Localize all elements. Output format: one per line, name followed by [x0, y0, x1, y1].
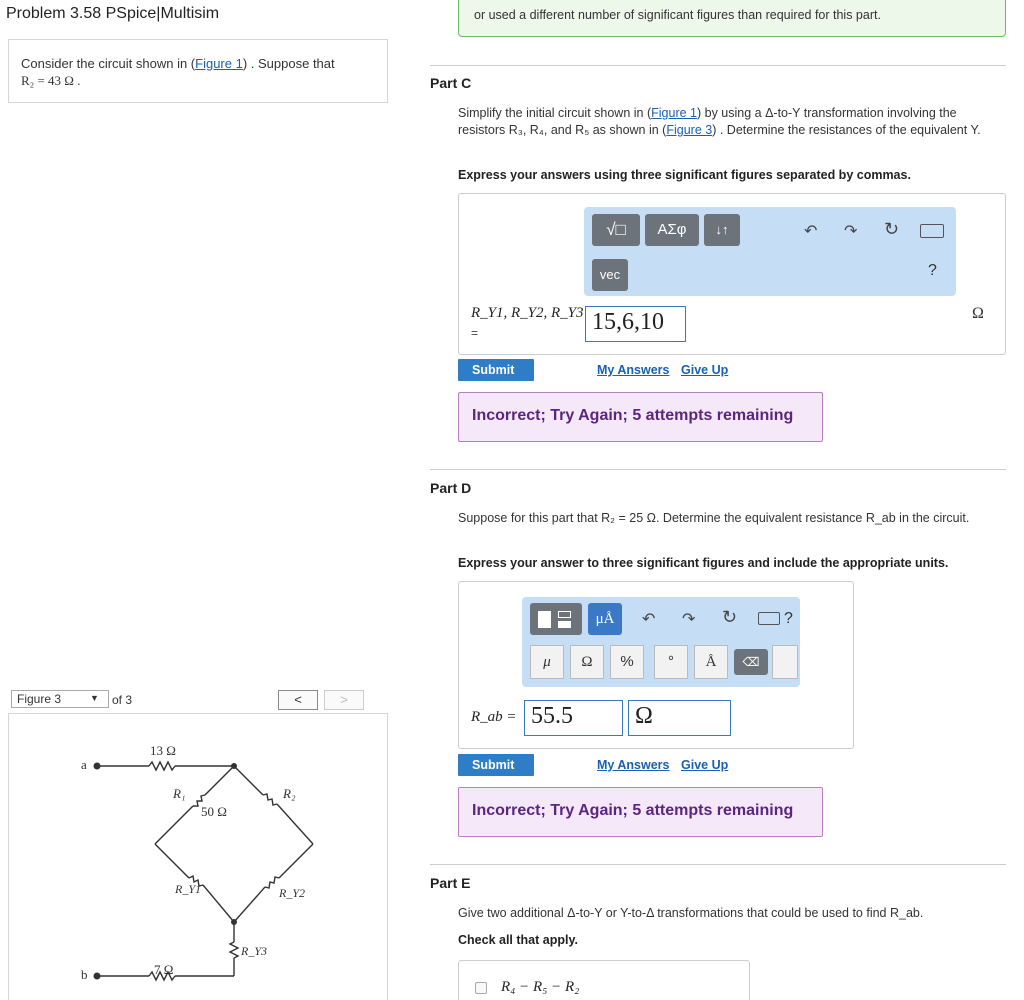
- previous-feedback: or used a different number of significan…: [458, 0, 1006, 37]
- part-d-value-input[interactable]: 55.5: [524, 700, 623, 736]
- redo-icon[interactable]: ↷: [682, 609, 695, 629]
- part-c-instruction: Express your answers using three signifi…: [458, 168, 911, 182]
- context-text: Consider the circuit shown in (: [21, 56, 196, 71]
- subscript-superscript-button[interactable]: ↓↑: [704, 214, 740, 246]
- templates-button[interactable]: √□: [592, 214, 640, 246]
- r1-label: R₁: [173, 786, 186, 801]
- template-box-fill-icon: [558, 621, 571, 628]
- figure-select[interactable]: Figure 3 ▼: [11, 690, 109, 708]
- part-c-my-answers-link[interactable]: My Answers: [597, 363, 669, 377]
- r1-value-label: 50 Ω: [201, 804, 227, 819]
- part-c-answer-box: √□ ΑΣφ ↓↑ vec ↶ ↷ ↻ ? R_Y1, R_Y2, R_Y3 =…: [458, 193, 1006, 355]
- part-e-label: Part E: [430, 875, 471, 891]
- divider: [430, 469, 1006, 470]
- figure-1-link-c[interactable]: Figure 1: [651, 106, 697, 120]
- figure-1-link[interactable]: Figure 1: [195, 56, 243, 71]
- part-c-unit: Ω: [972, 305, 984, 322]
- part-c-q1: Simplify the initial circuit shown in (: [458, 106, 652, 120]
- part-c-question: Simplify the initial circuit shown in (F…: [458, 105, 1006, 139]
- part-c-submit-button[interactable]: Submit: [458, 359, 534, 381]
- ry1-label: R_Y1: [175, 882, 202, 896]
- reset-icon[interactable]: ↻: [884, 219, 899, 240]
- units-button[interactable]: μÅ: [588, 603, 622, 635]
- next-figure-button[interactable]: >: [324, 690, 364, 710]
- option-1-checkbox[interactable]: [475, 982, 487, 994]
- divider: [430, 864, 1006, 865]
- part-d-instruction: Express your answer to three significant…: [458, 556, 949, 570]
- template-box-small-icon: [558, 611, 571, 618]
- help-button[interactable]: ?: [928, 262, 937, 280]
- problem-title: Problem 3.58 PSpice|Multisim: [6, 5, 220, 22]
- micro-key[interactable]: μ: [530, 645, 564, 679]
- figure-3-link[interactable]: Figure 3: [666, 123, 712, 137]
- redo-icon[interactable]: ↷: [844, 221, 857, 241]
- figure-count: of 3: [112, 693, 133, 707]
- dropdown-arrow-icon: ▼: [90, 693, 99, 703]
- keyboard-icon[interactable]: [920, 224, 944, 238]
- part-e-question: Give two additional Δ-to-Y or Y-to-Δ tra…: [458, 906, 924, 920]
- ohm-key[interactable]: Ω: [570, 645, 604, 679]
- part-e-options-box: R₄ − R₅ − R₂: [458, 960, 750, 1000]
- part-c-q3: ) . Determine the resistances of the equ…: [712, 123, 981, 137]
- undo-icon[interactable]: ↶: [642, 609, 655, 629]
- reset-icon[interactable]: ↻: [722, 607, 737, 628]
- prev-figure-button[interactable]: <: [278, 690, 318, 710]
- divider: [430, 65, 1006, 66]
- degree-key[interactable]: °: [654, 645, 688, 679]
- part-d-label: Part D: [430, 480, 472, 496]
- equals-sign: =: [471, 326, 479, 340]
- resistor-7-label: 7 Ω: [154, 962, 174, 977]
- option-1-label: R₄ − R₅ − R₂: [501, 979, 580, 995]
- part-d-answer-box: μÅ ↶ ↷ ↻ ? μ Ω % ° Å ⌫ R_ab = 55.5 Ω: [458, 581, 854, 749]
- figure-select-value: Figure 3: [17, 692, 62, 706]
- help-button[interactable]: ?: [784, 610, 793, 628]
- part-d-feedback: Incorrect; Try Again; 5 attempts remaini…: [458, 787, 823, 837]
- context-text-suffix: ) . Suppose that: [242, 56, 335, 71]
- terminal-a-label: a: [81, 757, 87, 772]
- part-c-give-up-link[interactable]: Give Up: [681, 363, 728, 377]
- r2-label: R₂: [283, 786, 296, 801]
- units-toolbar: μÅ ↶ ↷ ↻ ? μ Ω % ° Å ⌫: [522, 597, 800, 687]
- figure-panel: a b 13 Ω 7 Ω R₁ 50 Ω R₂ R_Y1 R_Y2 R_Y3: [8, 713, 388, 1000]
- part-c-label: Part C: [430, 75, 472, 91]
- figure-nav: Figure 3 ▼ of 3 < >: [8, 688, 388, 712]
- undo-icon[interactable]: ↶: [804, 221, 817, 241]
- math-toolbar: √□ ΑΣφ ↓↑ vec ↶ ↷ ↻ ?: [584, 207, 956, 296]
- part-d-unit-input[interactable]: Ω: [628, 700, 731, 736]
- backspace-icon[interactable]: ⌫: [734, 649, 768, 675]
- greek-symbols-button[interactable]: ΑΣφ: [645, 214, 699, 246]
- part-d-submit-button[interactable]: Submit: [458, 754, 534, 776]
- part-c-input-label: R_Y1, R_Y2, R_Y3: [471, 305, 584, 321]
- previous-feedback-text: or used a different number of significan…: [474, 8, 881, 22]
- ry3-label: R_Y3: [241, 944, 268, 958]
- part-d-question: Suppose for this part that R₂ = 25 Ω. De…: [458, 511, 970, 525]
- terminal-b-label: b: [81, 967, 88, 982]
- ry2-label: R_Y2: [279, 886, 306, 900]
- problem-context: Consider the circuit shown in (Figure 1)…: [8, 39, 388, 103]
- resistor-13-label: 13 Ω: [150, 743, 176, 758]
- circuit-diagram: [93, 760, 314, 982]
- part-c-feedback: Incorrect; Try Again; 5 attempts remaini…: [458, 392, 823, 442]
- templates-button[interactable]: [530, 603, 582, 635]
- r2-value: R₂ = 43 Ω .: [21, 73, 81, 88]
- part-d-give-up-link[interactable]: Give Up: [681, 758, 728, 772]
- angstrom-key[interactable]: Å: [694, 645, 728, 679]
- vector-button[interactable]: vec: [592, 259, 628, 291]
- percent-key[interactable]: %: [610, 645, 644, 679]
- part-e-instruction: Check all that apply.: [458, 933, 578, 947]
- part-d-input-label: R_ab =: [471, 709, 517, 725]
- part-c-answer-input[interactable]: 15,6,10: [585, 306, 686, 342]
- template-box-icon: [538, 611, 551, 628]
- keyboard-icon[interactable]: [758, 612, 780, 625]
- part-d-my-answers-link[interactable]: My Answers: [597, 758, 669, 772]
- keyboard-toggle-icon[interactable]: [772, 645, 798, 679]
